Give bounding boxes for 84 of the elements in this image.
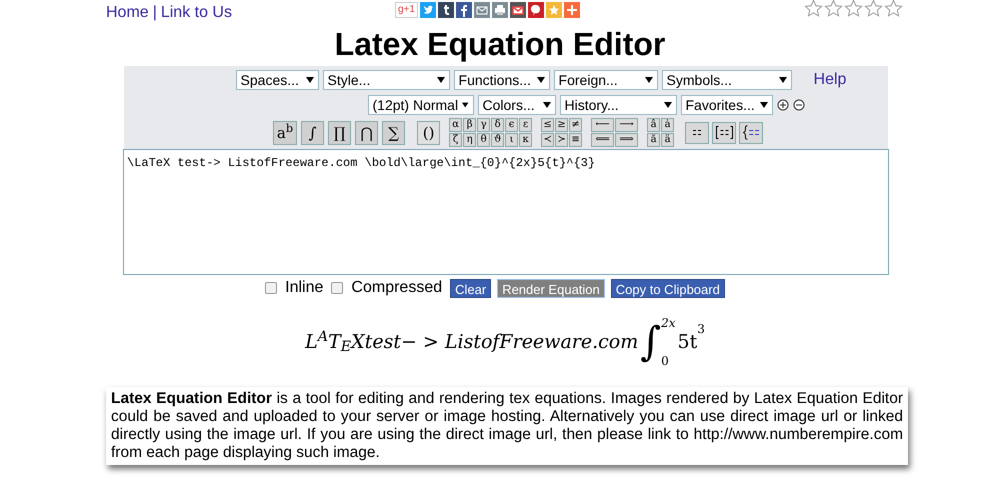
dropdown[interactable]: History...	[560, 95, 676, 115]
dropdown-arrow-icon	[778, 77, 787, 83]
action-button[interactable]: Clear	[450, 278, 492, 298]
symbol-button[interactable]: ȧ	[661, 118, 674, 132]
matrix-button[interactable]	[712, 122, 736, 144]
symbol-button[interactable]: θ	[477, 133, 490, 147]
matrix-button[interactable]	[739, 122, 764, 144]
symbol-button[interactable]: ⟵	[591, 118, 614, 132]
separator: |	[152, 3, 157, 23]
symbol-button[interactable]: ∫	[301, 120, 324, 144]
dropdown-arrow-icon	[436, 77, 445, 83]
dropdown-arrow-icon	[536, 77, 545, 83]
dropdown[interactable]: Favorites...	[680, 95, 772, 115]
matrix-icon	[693, 130, 702, 135]
symbol-button[interactable]: ⟶	[615, 118, 638, 132]
symbol-button[interactable]: ε	[519, 118, 532, 132]
star-icon[interactable]	[864, 0, 883, 18]
checkbox-label: Compressed	[351, 278, 442, 298]
home-link[interactable]: Home	[106, 1, 149, 25]
more-icon[interactable]	[564, 2, 580, 18]
symbol-button[interactable]: η	[463, 133, 476, 147]
equation-input[interactable]: \LaTeX test-> ListofFreeware.com \bold\large\int_{0}^{2x}5{t}^{3}	[123, 149, 889, 275]
symbol-button[interactable]: ϵ	[505, 118, 518, 132]
symbol-button[interactable]: κ	[519, 133, 532, 147]
facebook-icon[interactable]	[456, 2, 472, 18]
symbol-button[interactable]: ≻	[555, 133, 568, 147]
symbol-button[interactable]: ă	[647, 133, 660, 147]
description-text: Latex Equation Editor is a tool for editing and rendering tex equations. Images rendered by Latex Equation Editor could be saved and uploaded to your server or image hosting. Alternatively you can use direct image url or linked directly using the image url. If you are using the direct image url, then please link to http://www.numberempire.com from each page displaying such image.	[111, 390, 903, 462]
checkbox-label: Inline	[285, 278, 324, 298]
checkbox[interactable]	[265, 282, 278, 294]
symbol-button[interactable]: ≤	[541, 118, 554, 132]
action-button[interactable]: Render Equation	[497, 278, 605, 298]
symbol-button[interactable]: ≠	[569, 118, 582, 132]
dropdown-arrow-icon	[760, 102, 768, 108]
dropdown-arrow-icon	[306, 77, 314, 83]
dropdown[interactable]: Spaces...	[236, 70, 319, 90]
dropdown[interactable]: Symbols...	[662, 70, 792, 90]
symbol-button[interactable]: ≥	[555, 118, 568, 132]
dropdown[interactable]: Functions...	[454, 70, 550, 90]
symbol-button[interactable]: ι	[505, 133, 518, 147]
dropdown-arrow-icon	[664, 102, 672, 108]
google-plus-button[interactable]: g+1	[394, 2, 418, 18]
symbol-button[interactable]: β	[463, 118, 476, 132]
star-icon[interactable]	[844, 0, 863, 18]
symbol-button[interactable]: â	[647, 118, 660, 132]
zoom-in-icon[interactable]	[776, 99, 788, 111]
matrix-button[interactable]	[685, 122, 710, 144]
tumblr-icon[interactable]	[438, 2, 454, 18]
page-title: Latex Equation Editor	[334, 25, 666, 64]
star-icon[interactable]	[884, 0, 903, 18]
star-icon[interactable]	[804, 0, 823, 18]
symbol-button[interactable]: ∏	[328, 120, 352, 144]
help-link[interactable]: Help	[814, 68, 846, 92]
symbol-button[interactable]: ⋂	[355, 120, 378, 144]
dropdown[interactable]: Colors...	[478, 95, 556, 115]
symbol-button[interactable]: a$^{b}$	[272, 120, 298, 144]
gmail-icon[interactable]	[510, 2, 526, 18]
matrix-icon	[743, 125, 760, 140]
matrix-icon	[716, 126, 733, 139]
print-icon[interactable]	[492, 2, 508, 18]
dropdown[interactable]: Foreign...	[554, 70, 658, 90]
symbol-button[interactable]: ∑	[382, 120, 406, 144]
dropdown-arrow-icon	[462, 102, 468, 108]
zoom-out-icon[interactable]	[792, 99, 804, 111]
symbol-button[interactable]: ≡	[569, 133, 582, 147]
symbol-button[interactable]: δ	[491, 118, 504, 132]
email-icon[interactable]	[474, 2, 490, 18]
symbol-button[interactable]: γ	[477, 118, 490, 132]
dropdown[interactable]: Style...	[322, 70, 450, 90]
dropdown[interactable]: (12pt) Normal	[368, 95, 474, 115]
symbol-button[interactable]: α	[449, 118, 462, 132]
checkbox[interactable]	[331, 282, 344, 294]
symbol-button[interactable]: ()	[417, 120, 440, 144]
action-button[interactable]: Copy to Clipboard	[610, 278, 725, 298]
symbol-button[interactable]: ä	[661, 133, 674, 147]
symbol-button[interactable]: ⟸	[591, 133, 614, 147]
symbol-button[interactable]: ϑ	[491, 133, 504, 147]
symbol-button[interactable]: ⟹	[615, 133, 638, 147]
symbol-button[interactable]: ζ	[449, 133, 462, 147]
dropdown-arrow-icon	[542, 102, 550, 108]
link-to-us-link[interactable]: Link to Us	[160, 1, 232, 25]
symbol-button[interactable]: ≺	[541, 133, 554, 147]
star-icon[interactable]	[824, 0, 843, 18]
dropdown-arrow-icon	[644, 77, 653, 83]
